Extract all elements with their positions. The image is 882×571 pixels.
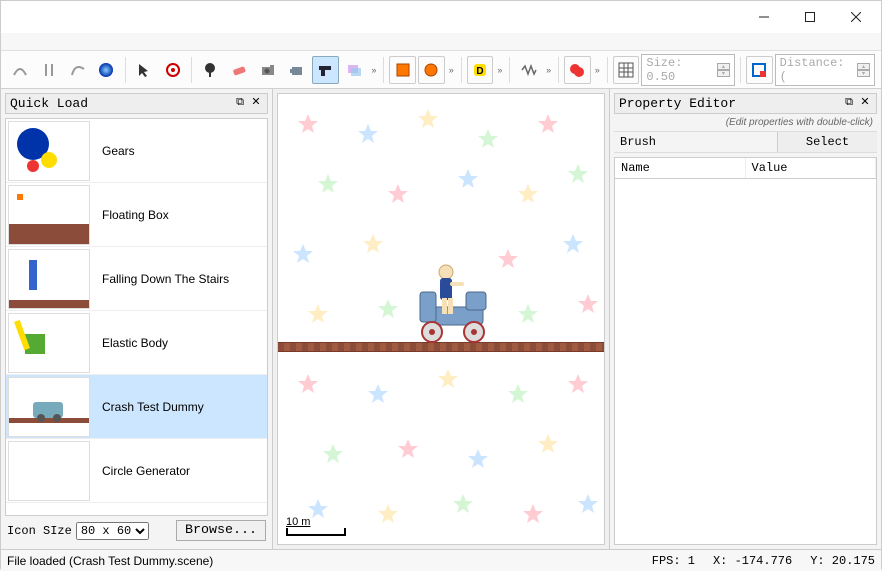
- tool-camera-icon[interactable]: [255, 56, 282, 84]
- shape-square-icon[interactable]: [389, 56, 416, 84]
- fps-readout: FPS: 1: [652, 554, 695, 568]
- browse-button[interactable]: Browse...: [176, 520, 266, 541]
- property-editor-panel: Property Editor ⧉ ✕ (Edit properties wit…: [609, 89, 881, 549]
- select-button[interactable]: Select: [777, 132, 877, 152]
- statusbar: File loaded (Crash Test Dummy.scene) FPS…: [1, 549, 881, 571]
- tool-grid-icon[interactable]: [613, 56, 640, 84]
- expand-icon[interactable]: »: [495, 65, 504, 75]
- list-item[interactable]: Circle Generator: [6, 439, 267, 503]
- y-readout: Y: 20.175: [810, 554, 875, 568]
- col-value: Value: [746, 158, 877, 178]
- viewport[interactable]: 10 m: [277, 93, 605, 545]
- list-item[interactable]: Crash Test Dummy: [6, 375, 267, 439]
- tool-curve-icon[interactable]: [64, 56, 91, 84]
- tool-engine-icon[interactable]: [283, 56, 310, 84]
- tool-eraser-icon[interactable]: [226, 56, 253, 84]
- tool-union-icon[interactable]: [564, 56, 591, 84]
- tool-gun-icon[interactable]: [312, 56, 339, 84]
- tool-spring-icon[interactable]: [515, 56, 542, 84]
- tool-arc-icon[interactable]: [7, 56, 34, 84]
- undock-icon[interactable]: ⧉: [842, 97, 856, 111]
- quick-load-panel: Quick Load ⧉ ✕ Gears Floating Box Fallin…: [1, 89, 273, 549]
- tool-split-icon[interactable]: [36, 56, 63, 84]
- property-table[interactable]: Name Value: [614, 157, 877, 545]
- panel-title: Property Editor: [619, 96, 736, 111]
- hint-text: (Edit properties with double-click): [614, 114, 877, 131]
- status-message: File loaded (Crash Test Dummy.scene): [7, 554, 213, 568]
- tool-pin-icon[interactable]: [197, 56, 224, 84]
- scale-bar: 10 m: [286, 516, 346, 536]
- col-name: Name: [615, 158, 746, 178]
- menubar[interactable]: [1, 33, 881, 51]
- minimize-button[interactable]: [741, 2, 787, 32]
- tool-sphere-icon[interactable]: [93, 56, 120, 84]
- tool-target-icon[interactable]: [159, 56, 186, 84]
- tool-cursor-icon[interactable]: [131, 56, 158, 84]
- tool-layers-icon[interactable]: [341, 56, 368, 84]
- size-input[interactable]: Size: 0.50▴▾: [641, 54, 735, 86]
- expand-icon[interactable]: »: [544, 65, 553, 75]
- titlebar: [1, 1, 881, 33]
- quick-load-list[interactable]: Gears Floating Box Falling Down The Stai…: [5, 118, 268, 516]
- brush-label: Brush: [614, 132, 777, 152]
- icon-size-label: Icon SIze: [7, 524, 72, 538]
- expand-icon[interactable]: »: [369, 65, 378, 75]
- svg-text:D: D: [476, 66, 483, 77]
- close-button[interactable]: [833, 2, 879, 32]
- list-item[interactable]: Floating Box: [6, 183, 267, 247]
- maximize-button[interactable]: [787, 2, 833, 32]
- crash-test-dummy: [398, 262, 498, 352]
- list-item[interactable]: Falling Down The Stairs: [6, 247, 267, 311]
- panel-title: Quick Load: [10, 96, 88, 111]
- shape-circle-icon[interactable]: [418, 56, 445, 84]
- close-icon[interactable]: ✕: [858, 97, 872, 111]
- list-item[interactable]: Gears: [6, 119, 267, 183]
- distance-input[interactable]: Distance: (▴▾: [775, 54, 875, 86]
- shape-d-icon[interactable]: D: [467, 56, 494, 84]
- toolbar: » » D » » » Size: 0.50▴▾ Distance: (▴▾: [1, 51, 881, 89]
- close-icon[interactable]: ✕: [249, 97, 263, 111]
- icon-size-select[interactable]: 80 x 60: [76, 522, 149, 540]
- tool-snap-icon[interactable]: [746, 56, 773, 84]
- expand-icon[interactable]: »: [447, 65, 456, 75]
- undock-icon[interactable]: ⧉: [233, 97, 247, 111]
- list-item[interactable]: Elastic Body: [6, 311, 267, 375]
- expand-icon[interactable]: »: [593, 65, 602, 75]
- x-readout: X: -174.776: [713, 554, 792, 568]
